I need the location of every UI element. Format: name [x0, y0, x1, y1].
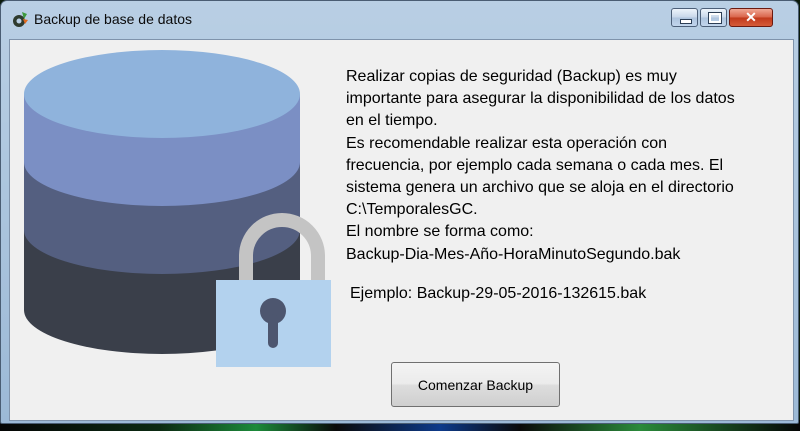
backup-window: Backup de base de datos ✕ Realizar copia… [0, 0, 799, 424]
title-bar[interactable]: Backup de base de datos ✕ [1, 1, 798, 39]
gear-icon [13, 12, 28, 27]
minimize-icon [680, 19, 692, 24]
window-title: Backup de base de datos [34, 11, 193, 27]
description-line: importante para asegurar la disponibilid… [346, 90, 735, 108]
database-icon [24, 50, 331, 367]
backup-description: Realizar copias de seguridad (Backup) es… [346, 66, 786, 266]
description-line: Backup-Dia-Mes-Año-HoraMinutoSegundo.bak [346, 245, 681, 263]
close-button[interactable]: ✕ [729, 8, 773, 27]
maximize-icon [708, 12, 722, 24]
description-line: El nombre se forma como: [346, 223, 534, 241]
dialog-content: Realizar copias de seguridad (Backup) es… [9, 39, 794, 421]
description-line: Realizar copias de seguridad (Backup) es… [346, 68, 677, 85]
description-line: sistema genera un archivo que se aloja e… [346, 179, 734, 197]
description-line: frecuencia, por ejemplo cada semana o ca… [346, 156, 724, 174]
database-top [24, 50, 300, 138]
example-filename: Ejemplo: Backup-29-05-2016-132615.bak [350, 285, 647, 302]
minimize-button[interactable] [671, 8, 698, 27]
description-line: en el tiempo. [346, 112, 438, 130]
description-line: Es recomendable realizar esta operación … [346, 134, 668, 152]
start-backup-button[interactable]: Comenzar Backup [391, 362, 560, 407]
close-icon: ✕ [745, 9, 757, 25]
description-line: C:\TemporalesGC. [346, 201, 478, 219]
maximize-button[interactable] [700, 8, 727, 27]
